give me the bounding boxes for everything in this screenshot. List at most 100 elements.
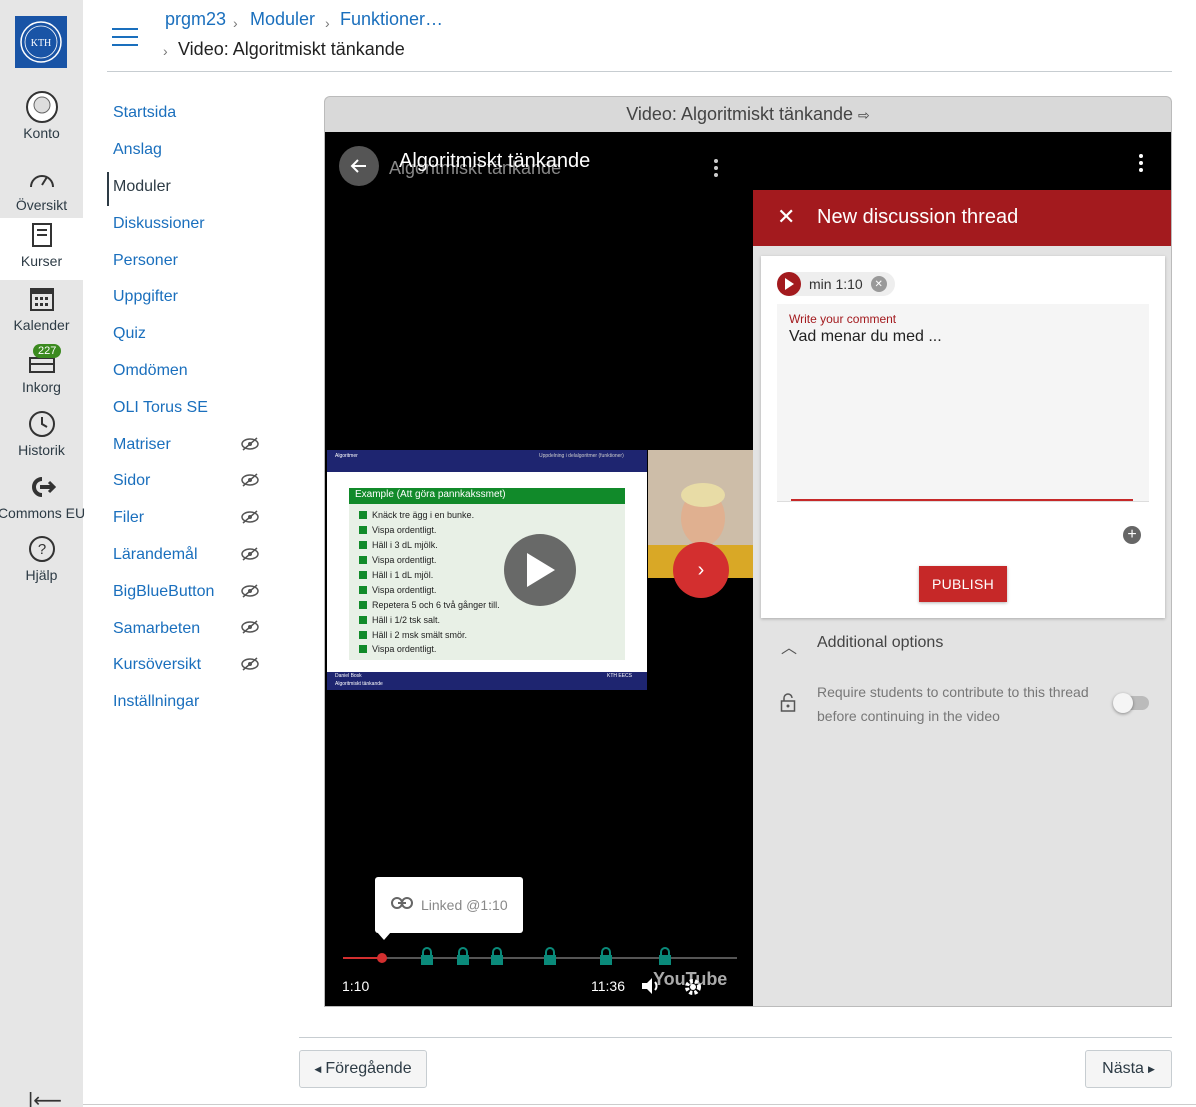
collapse-nav-icon[interactable]: |⟵	[28, 1088, 62, 1107]
footer-divider	[299, 1037, 1172, 1038]
course-nav-uppgifter[interactable]: Uppgifter	[113, 288, 178, 306]
close-icon[interactable]: ✕	[777, 204, 795, 230]
course-nav-diskussioner[interactable]: Diskussioner	[113, 215, 205, 233]
nav-commons[interactable]: Commons EU	[0, 470, 86, 532]
require-contribution-toggle[interactable]	[1113, 693, 1149, 713]
course-nav-matriser[interactable]: Matriser	[113, 436, 171, 454]
course-nav-omdomen[interactable]: Omdömen	[113, 362, 188, 380]
play-icon[interactable]	[504, 534, 576, 606]
more-vert-icon[interactable]	[714, 159, 718, 180]
breadcrumb-course[interactable]: prgm23	[165, 9, 226, 30]
course-nav-quiz[interactable]: Quiz	[113, 325, 146, 343]
timestamp-chip[interactable]: min 1:10 ✕	[777, 272, 895, 296]
course-nav-startsida[interactable]: Startsida	[113, 104, 176, 122]
dashboard-icon	[25, 162, 59, 196]
nav-label: Kurser	[20, 253, 63, 269]
lock-icon[interactable]	[658, 947, 672, 965]
nav-calendar[interactable]: Kalender	[0, 282, 83, 344]
lecture-slide: Algoritmer Uppdelning i delalgoritmer (f…	[327, 450, 647, 690]
frame-title-bar: Video: Algoritmiskt tänkande ⇨	[324, 96, 1172, 132]
previous-button[interactable]: ◀ Föregående	[299, 1050, 427, 1088]
bottom-divider	[83, 1104, 1196, 1105]
course-nav-kursoversikt[interactable]: Kursöversikt	[113, 656, 201, 674]
nav-dashboard[interactable]: Översikt	[0, 162, 83, 224]
nav-courses[interactable]: Kurser	[0, 218, 83, 280]
next-chevron-icon[interactable]: ›	[673, 542, 729, 598]
kth-logo[interactable]: KTH	[15, 16, 67, 68]
course-nav-bigbluebutton[interactable]: BigBlueButton	[113, 583, 214, 601]
breadcrumb-separator: ›	[233, 15, 238, 31]
discussion-header: ✕ New discussion thread	[753, 190, 1172, 246]
slide-heading: Example (Att göra pannkakssmet)	[349, 488, 625, 504]
chevron-up-icon[interactable]: ︿	[781, 634, 797, 658]
caret-left-icon: ◀	[314, 1063, 322, 1074]
lock-open-icon	[780, 693, 796, 712]
additional-options-toggle[interactable]: Additional options	[817, 634, 943, 652]
next-label: Nästa	[1102, 1060, 1144, 1077]
course-nav-sidor[interactable]: Sidor	[113, 472, 150, 490]
lock-icon[interactable]	[420, 947, 434, 965]
breadcrumb-current: Video: Algoritmiskt tänkande	[178, 39, 405, 59]
external-link-icon[interactable]: ⇨	[858, 107, 870, 123]
courses-icon	[25, 218, 59, 252]
breadcrumb-separator: ›	[325, 15, 330, 31]
clear-icon[interactable]: ✕	[870, 276, 887, 292]
course-nav-anslag[interactable]: Anslag	[113, 141, 162, 159]
hidden-eye-icon	[241, 584, 259, 598]
course-nav-larandemal[interactable]: Lärandemål	[113, 546, 198, 564]
lock-icon[interactable]	[543, 947, 557, 965]
hidden-eye-icon	[241, 547, 259, 561]
slide-footer-left2: Algoritmiskt tänkande	[335, 681, 383, 687]
slide-step: Vispa ordentligt.	[359, 582, 625, 597]
lock-icon[interactable]	[490, 947, 504, 965]
hidden-eye-icon	[241, 657, 259, 671]
nav-history[interactable]: Historik	[0, 407, 83, 469]
progress-track[interactable]	[343, 957, 737, 959]
account-icon	[25, 90, 59, 124]
publish-button[interactable]: PUBLISH	[919, 566, 1007, 602]
breadcrumb-separator: ›	[163, 43, 168, 59]
lock-icon[interactable]	[599, 947, 613, 965]
lock-icon[interactable]	[456, 947, 470, 965]
course-nav-moduler[interactable]: Moduler	[113, 178, 171, 196]
course-nav-filer[interactable]: Filer	[113, 509, 144, 527]
breadcrumb-modules[interactable]: Moduler	[250, 9, 315, 30]
active-indicator	[107, 172, 109, 206]
next-button[interactable]: Nästa ▶	[1085, 1050, 1172, 1088]
course-menu-toggle[interactable]	[112, 28, 138, 46]
course-nav-personer[interactable]: Personer	[113, 252, 178, 270]
comment-field[interactable]: Write your comment Vad menar du med ...	[777, 304, 1149, 502]
svg-text:?: ?	[37, 541, 45, 558]
hidden-eye-icon	[241, 510, 259, 524]
calendar-icon	[25, 282, 59, 316]
play-icon[interactable]	[777, 272, 801, 296]
nav-help[interactable]: ? Hjälp	[0, 532, 83, 594]
linked-tooltip: Linked @1:10	[375, 877, 523, 933]
nav-label: Commons EU	[0, 505, 86, 521]
nav-account[interactable]: Konto	[0, 90, 83, 152]
tooltip-arrow	[377, 932, 391, 940]
course-nav-installningar[interactable]: Inställningar	[113, 693, 199, 711]
caret-right-icon: ▶	[1147, 1063, 1155, 1074]
svg-text:KTH: KTH	[31, 38, 52, 49]
comment-value[interactable]: Vad menar du med ...	[789, 328, 942, 346]
nav-label: Inkorg	[22, 379, 61, 395]
nav-label: Konto	[23, 125, 60, 141]
hidden-eye-icon	[241, 437, 259, 451]
add-circle-icon[interactable]: +	[1123, 526, 1141, 544]
timestamp-text: min 1:10	[809, 276, 863, 292]
more-vert-icon[interactable]	[1139, 154, 1143, 175]
slide-footer-left: Daniel Bosk	[335, 673, 362, 679]
inbox-badge: 227	[33, 344, 62, 358]
nav-label: Hjälp	[25, 567, 58, 583]
course-nav-oli-torus[interactable]: OLI Torus SE	[113, 399, 208, 417]
course-nav-samarbeten[interactable]: Samarbeten	[113, 620, 200, 638]
slide-step: Häll i 1 dL mjöl.	[359, 568, 625, 583]
breadcrumb-module[interactable]: Funktioner…	[340, 9, 443, 30]
back-arrow-icon[interactable]	[339, 146, 379, 186]
discussion-card: min 1:10 ✕ Write your comment Vad menar …	[761, 256, 1165, 618]
slide-step: Knäck tre ägg i en bunke.	[359, 508, 625, 523]
settings-gear-icon[interactable]	[683, 977, 703, 997]
video-topbar	[753, 132, 1172, 190]
hidden-eye-icon	[241, 473, 259, 487]
